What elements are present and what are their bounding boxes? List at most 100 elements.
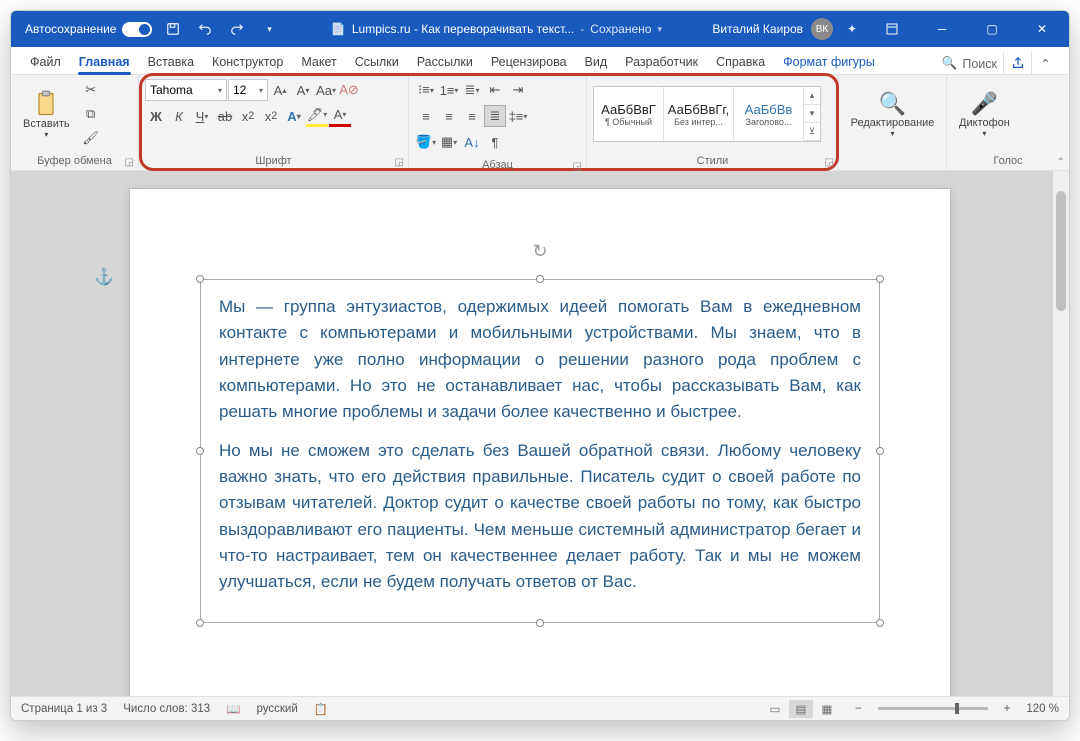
italic-button[interactable]: К (168, 105, 190, 127)
resize-handle[interactable] (196, 447, 204, 455)
resize-handle[interactable] (876, 619, 884, 627)
resize-handle[interactable] (196, 275, 204, 283)
clear-formatting-button[interactable]: A⊘ (338, 79, 360, 101)
resize-handle[interactable] (536, 619, 544, 627)
search-box[interactable]: 🔍 Поиск (936, 53, 1003, 74)
paragraph-2[interactable]: Но мы не сможем это сделать без Вашей об… (219, 438, 861, 596)
cut-button[interactable]: ✂ (80, 79, 102, 101)
undo-icon[interactable] (194, 18, 216, 40)
search-icon: 🔍 (942, 56, 958, 71)
sort-button[interactable]: A↓ (461, 131, 483, 153)
styles-scroll[interactable]: ▴▾⊻ (804, 87, 820, 141)
tab-design[interactable]: Конструктор (203, 50, 292, 74)
dictate-button[interactable]: 🎤 Диктофон ▾ (953, 87, 1016, 142)
autosave-toggle[interactable]: Автосохранение (25, 22, 152, 37)
web-layout-button[interactable]: ▦ (815, 700, 839, 718)
resize-handle[interactable] (196, 619, 204, 627)
zoom-out-button[interactable]: − (855, 703, 862, 715)
save-icon[interactable] (162, 18, 184, 40)
tab-developer[interactable]: Разработчик (616, 50, 707, 74)
tab-file[interactable]: Файл (21, 50, 70, 74)
align-center-button[interactable]: ≡ (438, 105, 460, 127)
user-avatar[interactable]: ВК (811, 18, 833, 40)
paste-button[interactable]: Вставить ▾ (17, 86, 76, 143)
grow-font-button[interactable]: A▴ (269, 79, 291, 101)
format-painter-button[interactable]: 🖌 (80, 127, 102, 149)
shrink-font-button[interactable]: A▾ (292, 79, 314, 101)
clipboard-launcher[interactable]: ◲ (125, 157, 134, 168)
page-indicator[interactable]: Страница 1 из 3 (21, 703, 107, 715)
tab-mailings[interactable]: Рассылки (408, 50, 482, 74)
paragraph-1[interactable]: Мы — группа энтузиастов, одержимых идеей… (219, 294, 861, 426)
text-box[interactable]: Мы — группа энтузиастов, одержимых идеей… (200, 279, 880, 623)
tab-home[interactable]: Главная (70, 50, 139, 74)
resize-handle[interactable] (536, 275, 544, 283)
borders-button[interactable]: ▦▾ (438, 131, 460, 153)
decrease-indent-button[interactable]: ⇤ (484, 79, 506, 101)
word-count[interactable]: Число слов: 313 (123, 703, 210, 715)
share-button[interactable] (1003, 52, 1031, 74)
editing-button[interactable]: 🔍 Редактирование ▾ (845, 87, 940, 142)
shading-button[interactable]: 🪣▾ (415, 131, 437, 153)
multilevel-list-button[interactable]: ≣▾ (461, 79, 483, 101)
zoom-in-button[interactable]: + (1004, 703, 1011, 715)
style-no-spacing[interactable]: АаБбВвГг,Без интер... (664, 87, 734, 141)
text-effects-button[interactable]: A▾ (283, 105, 305, 127)
print-layout-button[interactable]: ▤ (789, 700, 813, 718)
styles-gallery[interactable]: АаБбВвГ¶ Обычный АаБбВвГг,Без интер... А… (593, 86, 821, 142)
numbering-button[interactable]: 1≡▾ (438, 79, 460, 101)
zoom-slider[interactable] (878, 707, 988, 710)
superscript-button[interactable]: x2 (260, 105, 282, 127)
group-font: Tahoma▾ 12▾ A▴ A▾ Aa▾ A⊘ Ж К Ч▾ ab x2 x2… (139, 75, 409, 170)
redo-icon[interactable] (226, 18, 248, 40)
language-indicator[interactable]: русский (256, 703, 297, 715)
justify-button[interactable]: ≣ (484, 105, 506, 127)
tab-references[interactable]: Ссылки (346, 50, 408, 74)
styles-launcher[interactable]: ◲ (825, 157, 834, 168)
document-area[interactable]: ↻ ⚓ Мы — группа энтузиастов, одержимых и… (11, 171, 1069, 696)
tab-review[interactable]: Рецензирова (482, 50, 576, 74)
style-heading[interactable]: АаБбВвЗаголово... (734, 87, 804, 141)
qat-dropdown-icon[interactable]: ▾ (258, 18, 280, 40)
tab-view[interactable]: Вид (576, 50, 617, 74)
bold-button[interactable]: Ж (145, 105, 167, 127)
font-size-combo[interactable]: 12▾ (228, 79, 268, 101)
increase-indent-button[interactable]: ⇥ (507, 79, 529, 101)
font-name-combo[interactable]: Tahoma▾ (145, 79, 227, 101)
change-case-button[interactable]: Aa▾ (315, 79, 337, 101)
resize-handle[interactable] (876, 447, 884, 455)
align-right-button[interactable]: ≡ (461, 105, 483, 127)
font-launcher[interactable]: ◲ (395, 157, 404, 168)
toggle-switch-icon (122, 22, 152, 37)
accessibility-icon[interactable]: 📋 (314, 702, 328, 716)
resize-handle[interactable] (876, 275, 884, 283)
vertical-scrollbar[interactable] (1053, 171, 1069, 696)
read-mode-button[interactable]: ▭ (763, 700, 787, 718)
tab-shape-format[interactable]: Формат фигуры (774, 50, 884, 74)
subscript-button[interactable]: x2 (237, 105, 259, 127)
underline-button[interactable]: Ч▾ (191, 105, 213, 127)
zoom-level[interactable]: 120 % (1026, 703, 1059, 715)
align-left-button[interactable]: ≡ (415, 105, 437, 127)
font-color-button[interactable]: A▾ (329, 105, 351, 127)
tab-help[interactable]: Справка (707, 50, 774, 74)
highlight-button[interactable]: 🖊▾ (306, 105, 328, 127)
line-spacing-button[interactable]: ‡≡▾ (507, 105, 529, 127)
bullets-button[interactable]: ⁝≡▾ (415, 79, 437, 101)
rotate-handle-icon[interactable]: ↻ (532, 241, 547, 262)
maximize-button[interactable]: ▢ (971, 11, 1013, 47)
ribbon-options-icon[interactable] (871, 11, 913, 47)
minimize-button[interactable]: ─ (921, 11, 963, 47)
user-name[interactable]: Виталий Каиров (712, 22, 803, 36)
close-button[interactable]: ✕ (1021, 11, 1063, 47)
tab-insert[interactable]: Вставка (139, 50, 203, 74)
collapse-ribbon-icon[interactable]: ⌃ (1057, 157, 1065, 168)
tab-layout[interactable]: Макет (292, 50, 345, 74)
collapse-ribbon-button[interactable]: ⌃ (1031, 52, 1059, 74)
coming-soon-icon[interactable]: ✦ (841, 18, 863, 40)
style-normal[interactable]: АаБбВвГ¶ Обычный (594, 87, 664, 141)
copy-button[interactable]: ⧉ (80, 103, 102, 125)
strikethrough-button[interactable]: ab (214, 105, 236, 127)
spellcheck-icon[interactable]: 📖 (226, 702, 240, 716)
show-marks-button[interactable]: ¶ (484, 131, 506, 153)
